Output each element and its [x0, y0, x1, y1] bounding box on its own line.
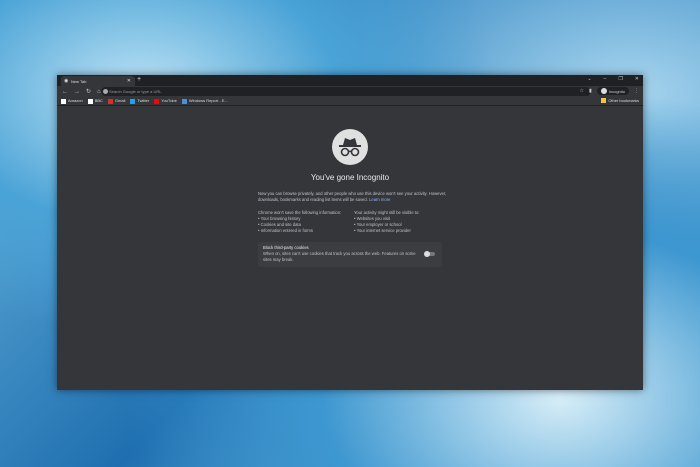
bookmark-amazon[interactable]: Amazon	[61, 98, 83, 104]
close-tab-icon[interactable]: ✕	[127, 78, 131, 84]
browser-window: ◉ New Tab ✕ + ⌄ – ❐ ✕ ← → ↻ ⌂ Search Google or t…	[57, 75, 643, 390]
bookmark-twitter[interactable]: Twitter	[130, 98, 149, 104]
block-cookies-toggle[interactable]	[424, 251, 435, 257]
side-panel-icon[interactable]: ▮	[589, 88, 592, 94]
incognito-tab-icon: ◉	[64, 78, 69, 84]
bookmark-youtube[interactable]: YouTube	[154, 98, 177, 104]
cookies-description: When on, sites can't use cookies that tr…	[263, 251, 416, 262]
bookmark-bbc[interactable]: BBC	[87, 98, 103, 104]
minimize-button[interactable]: –	[604, 76, 607, 82]
not-saved-list: Chrome won't save the following informat…	[258, 210, 341, 234]
omnibox-placeholder: Search Google or type a URL	[109, 89, 162, 94]
bookmark-windows-report[interactable]: Windows Report - E...	[181, 98, 228, 104]
learn-more-link[interactable]: Learn more	[369, 197, 390, 202]
incognito-page: You've gone Incognito Now you can browse…	[57, 106, 643, 390]
bookmark-gmail[interactable]: Gmail	[107, 98, 125, 104]
other-bookmarks[interactable]: Other bookmarks	[601, 98, 639, 104]
forward-icon[interactable]: →	[74, 89, 80, 95]
maximize-button[interactable]: ❐	[618, 76, 622, 82]
visible-to-list: Your activity might still be visible to:…	[354, 210, 419, 234]
close-window-button[interactable]: ✕	[635, 76, 639, 82]
profile-button[interactable]: Incognito	[596, 87, 629, 95]
google-icon	[103, 89, 108, 94]
bookmark-star-icon[interactable]: ☆	[580, 88, 584, 94]
omnibox[interactable]: Search Google or type a URL	[101, 87, 591, 96]
menu-icon[interactable]: ⋮	[634, 88, 639, 94]
incognito-avatar-icon	[600, 88, 607, 94]
tab-new-tab[interactable]: ◉ New Tab ✕	[61, 76, 135, 86]
new-tab-button[interactable]: +	[137, 76, 141, 83]
intro-text: Now you can browse privately, and other …	[258, 191, 447, 202]
incognito-icon	[332, 129, 368, 165]
page-title: You've gone Incognito	[310, 173, 390, 182]
reload-icon[interactable]: ↻	[86, 88, 91, 95]
cookie-controls-card: Block third-party cookies When on, sites…	[258, 242, 442, 267]
profile-label: Incognito	[608, 88, 625, 94]
tab-strip: ◉ New Tab ✕ + ⌄ – ❐ ✕	[57, 75, 643, 86]
toolbar: ← → ↻ ⌂ Search Google or type a URL ☆ ▮ Incog…	[57, 86, 643, 97]
back-icon[interactable]: ←	[62, 89, 68, 95]
tab-title: New Tab	[71, 79, 87, 84]
tab-search-icon[interactable]: ⌄	[587, 76, 591, 82]
bookmarks-bar: Amazon BBC Gmail Twitter YouTube Windows…	[57, 97, 643, 106]
